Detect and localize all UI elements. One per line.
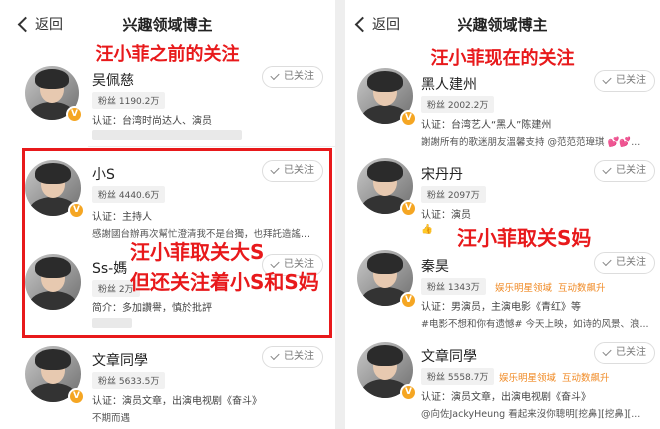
- user-description: @向佐JackyHeung 看起来沒你聰明[挖鼻][挖鼻][...: [421, 409, 641, 420]
- verified-badge-icon: V: [66, 106, 83, 123]
- user-cert: 认证：台湾时尚达人、演员: [92, 116, 212, 127]
- follow-label: 已关注: [284, 351, 314, 362]
- user-description: 不期而遇: [92, 413, 131, 424]
- follow-button[interactable]: 已关注: [594, 252, 655, 274]
- fans-count: 粉丝 5633.5万: [92, 372, 166, 389]
- follow-button[interactable]: 已关注: [262, 346, 323, 368]
- follow-button[interactable]: 已关注: [594, 342, 655, 364]
- divider: [88, 146, 335, 147]
- verified-badge-icon: V: [400, 200, 417, 217]
- check-icon: [602, 164, 612, 175]
- tag-trending: 互动数飙升: [558, 283, 606, 294]
- fans-count: 粉丝 2002.2万: [421, 96, 495, 113]
- check-icon: [270, 70, 280, 81]
- follow-button[interactable]: 已关注: [262, 66, 323, 88]
- blurred-text: [92, 130, 242, 140]
- verified-badge-icon: V: [68, 388, 85, 405]
- check-icon: [270, 350, 280, 361]
- left-page-title: 兴趣领域博主: [122, 16, 213, 34]
- follow-label: 已关注: [616, 257, 646, 268]
- verified-badge-icon: V: [400, 384, 417, 401]
- check-icon: [602, 346, 612, 357]
- follow-label: 已关注: [616, 165, 646, 176]
- follow-label: 已关注: [284, 71, 314, 82]
- user-name[interactable]: 吴佩慈: [92, 70, 134, 90]
- panel-divider: [335, 0, 345, 429]
- fans-count: 粉丝 1343万: [421, 278, 486, 295]
- left-screenshot: 返回 兴趣领域博主 汪小菲之前的关注 V 吴佩慈 粉丝 1190.2万 认证：台…: [0, 0, 335, 429]
- fans-count: 粉丝 5558.7万: [421, 368, 495, 385]
- right-section-label: 汪小菲现在的关注: [430, 48, 575, 69]
- tag-trending: 互动数飙升: [562, 373, 610, 384]
- user-name[interactable]: 秦昊: [421, 256, 449, 276]
- user-name[interactable]: 黑人建州: [421, 74, 477, 94]
- left-section-label: 汪小菲之前的关注: [95, 44, 240, 65]
- right-topbar: 返回 兴趣领域博主: [345, 0, 660, 50]
- user-cert: 认证：演员: [421, 210, 471, 221]
- tag-domain: 娱乐明星领域: [495, 283, 553, 294]
- overlay-caption: 汪小菲取关S妈: [457, 226, 592, 250]
- follow-label: 已关注: [616, 347, 646, 358]
- tag-group: 娱乐明星领域 互动数飙升: [495, 280, 606, 294]
- user-description: 👍: [421, 224, 433, 235]
- tag-domain: 娱乐明星领域: [499, 373, 557, 384]
- user-cert: 认证：台湾艺人“黑人”陈建州: [421, 120, 552, 131]
- overlay-caption-line-2: 但还关注着小S和S妈: [130, 270, 319, 294]
- check-icon: [602, 256, 612, 267]
- user-description: #电影不想和你有遗憾# 今天上映，如诗的风景、浪...: [421, 319, 649, 330]
- check-icon: [602, 74, 612, 85]
- fans-count: 粉丝 2097万: [421, 186, 486, 203]
- user-cert: 认证：男演员，主演电影《青红》等: [421, 302, 581, 313]
- tag-group: 娱乐明星领域 互动数飙升: [499, 370, 610, 384]
- follow-button[interactable]: 已关注: [594, 70, 655, 92]
- follow-label: 已关注: [616, 75, 646, 86]
- user-name[interactable]: 文章同學: [421, 346, 477, 366]
- user-name[interactable]: 文章同學: [92, 350, 148, 370]
- user-cert: 认证：演员文章，出演电视剧《奋斗》: [421, 392, 591, 403]
- fans-count: 粉丝 1190.2万: [92, 92, 166, 109]
- right-page-title: 兴趣领域博主: [457, 16, 548, 34]
- overlay-caption-line-1: 汪小菲取关大S: [130, 240, 265, 264]
- right-screenshot: 返回 兴趣领域博主 汪小菲现在的关注 V 黑人建州 粉丝 2002.2万 认证：…: [345, 0, 660, 429]
- user-description: 謝謝所有的歌迷朋友溫馨支持 @范范范瑋琪 💕💕...: [421, 137, 641, 148]
- verified-badge-icon: V: [400, 110, 417, 127]
- user-name[interactable]: 宋丹丹: [421, 164, 463, 184]
- verified-badge-icon: V: [400, 292, 417, 309]
- follow-button[interactable]: 已关注: [594, 160, 655, 182]
- user-cert: 认证：演员文章，出演电视剧《奋斗》: [92, 396, 262, 407]
